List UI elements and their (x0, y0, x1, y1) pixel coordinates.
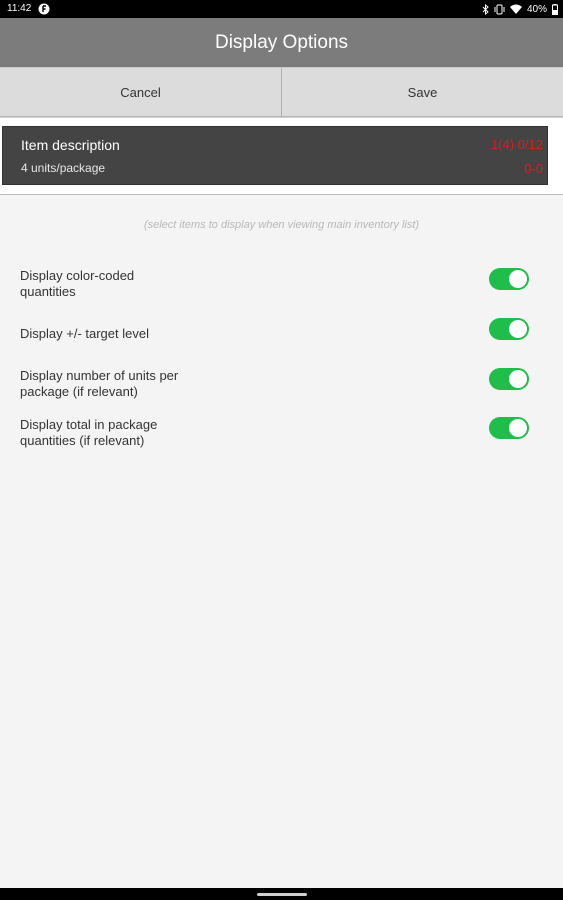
option-label-line: package (if relevant) (20, 384, 138, 399)
preview-top-border (0, 117, 563, 118)
option-label-line: Display total in package (20, 417, 158, 432)
status-icons: 40% (482, 2, 558, 16)
option-units-per-package: Display number of units per package (if … (20, 368, 535, 402)
option-label: Display color-coded quantities (20, 268, 220, 300)
preview-item-card: Item description 4 units/package 1(4) 0/… (2, 126, 548, 185)
cancel-button[interactable]: Cancel (0, 68, 281, 116)
option-label-line: Display +/- target level (20, 326, 149, 341)
option-label-line: quantities (20, 284, 76, 299)
status-bar: 11:42 40% (0, 0, 563, 18)
option-color-coded: Display color-coded quantities (20, 268, 535, 302)
option-total-in-package: Display total in package quantities (if … (20, 417, 535, 451)
option-label-line: quantities (if relevant) (20, 433, 145, 448)
toggle-knob (509, 370, 527, 388)
option-label-line: Display number of units per (20, 368, 179, 383)
action-row: Cancel Save (0, 67, 563, 117)
toggle-knob (509, 419, 527, 437)
preview-item-subtitle: 4 units/package (21, 161, 106, 175)
preview-target-level: 0-0 (524, 161, 543, 176)
preview-quantity: 1(4) 0/12 (490, 137, 543, 152)
option-label: Display +/- target level (20, 326, 220, 342)
preview-bottom-border (0, 194, 563, 195)
toggle-knob (509, 320, 527, 338)
f-app-icon (38, 3, 50, 15)
preview-item-title: Item description (21, 137, 120, 153)
navigation-bar (0, 888, 563, 900)
app-bar: Display Options (0, 18, 563, 67)
home-gesture-handle[interactable] (257, 893, 307, 896)
hint-text: (select items to display when viewing ma… (143, 219, 420, 231)
option-label: Display total in package quantities (if … (20, 417, 220, 449)
target-level-toggle[interactable] (489, 318, 529, 340)
color-coded-toggle[interactable] (489, 268, 529, 290)
units-per-package-toggle[interactable] (489, 368, 529, 390)
option-label-line: Display color-coded (20, 268, 135, 283)
page-title: Display Options (214, 31, 349, 53)
status-time: 11:42 (7, 3, 32, 14)
vibrate-icon (494, 4, 505, 14)
toggle-knob (509, 270, 527, 288)
option-label: Display number of units per package (if … (20, 368, 220, 400)
battery-percent: 40% (526, 3, 547, 15)
preview-frame: Item description 4 units/package 1(4) 0/… (0, 117, 563, 195)
battery-icon (552, 3, 558, 15)
save-button[interactable]: Save (282, 68, 563, 116)
total-in-package-toggle[interactable] (489, 417, 529, 439)
wifi-icon (509, 4, 522, 14)
option-target-level: Display +/- target level (20, 318, 535, 348)
bluetooth-icon (482, 3, 489, 15)
